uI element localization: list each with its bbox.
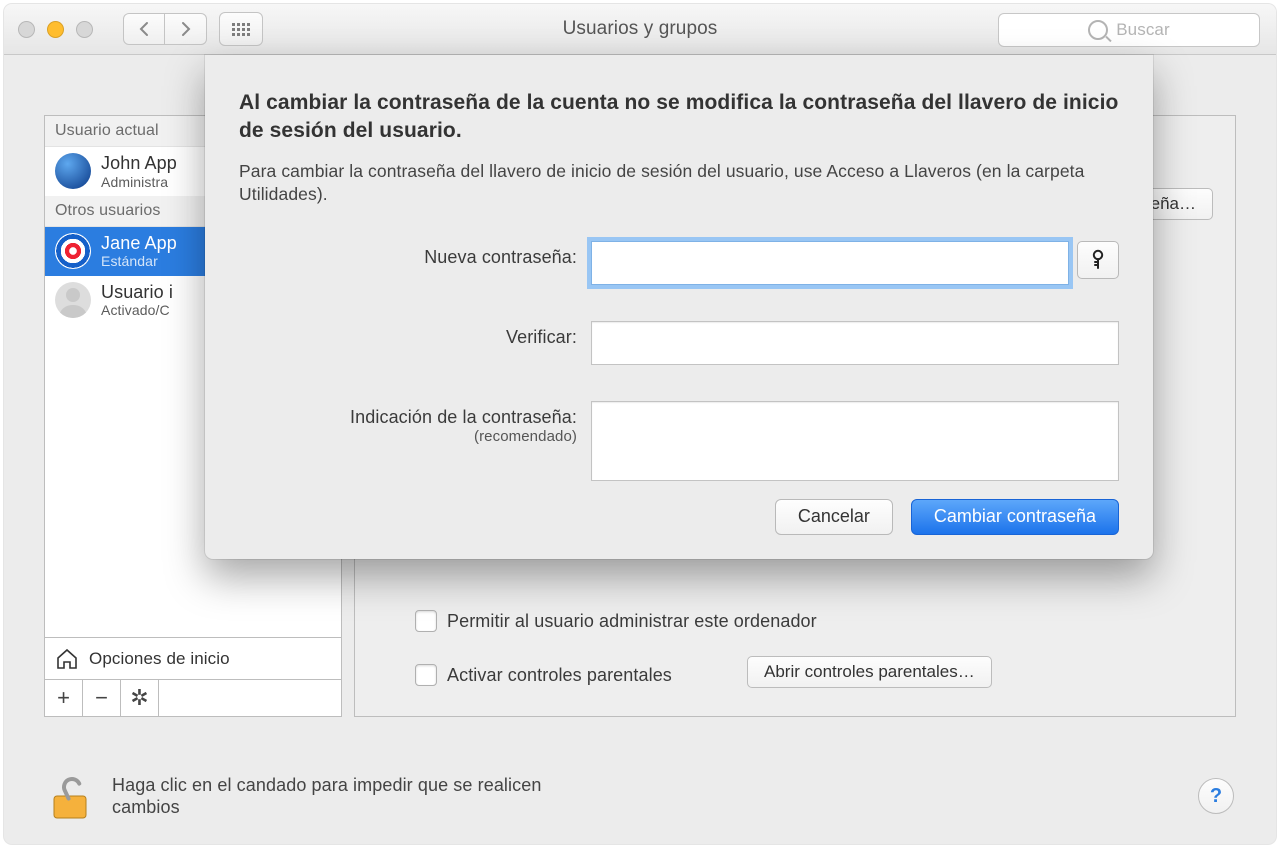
key-icon xyxy=(1089,249,1107,271)
new-password-label: Nueva contraseña: xyxy=(239,241,591,268)
sheet-description: Para cambiar la contraseña del llavero d… xyxy=(239,160,1119,207)
sheet-backdrop: Al cambiar la contraseña de la cuenta no… xyxy=(4,4,1276,844)
hint-sublabel: (recomendado) xyxy=(239,428,577,445)
new-password-input[interactable] xyxy=(591,241,1069,285)
verify-password-input[interactable] xyxy=(591,321,1119,365)
password-hint-input[interactable] xyxy=(591,401,1119,481)
password-assistant-button[interactable] xyxy=(1077,241,1119,279)
sheet-heading: Al cambiar la contraseña de la cuenta no… xyxy=(239,89,1119,146)
cancel-button[interactable]: Cancelar xyxy=(775,499,893,535)
sheet-actions: Cancelar Cambiar contraseña xyxy=(239,499,1119,535)
change-password-sheet: Al cambiar la contraseña de la cuenta no… xyxy=(205,55,1153,559)
preferences-window: Usuarios y grupos Buscar Usuario actual … xyxy=(4,4,1276,844)
hint-label: Indicación de la contraseña: (recomendad… xyxy=(239,401,591,445)
verify-label: Verificar: xyxy=(239,321,591,348)
confirm-change-password-button[interactable]: Cambiar contraseña xyxy=(911,499,1119,535)
